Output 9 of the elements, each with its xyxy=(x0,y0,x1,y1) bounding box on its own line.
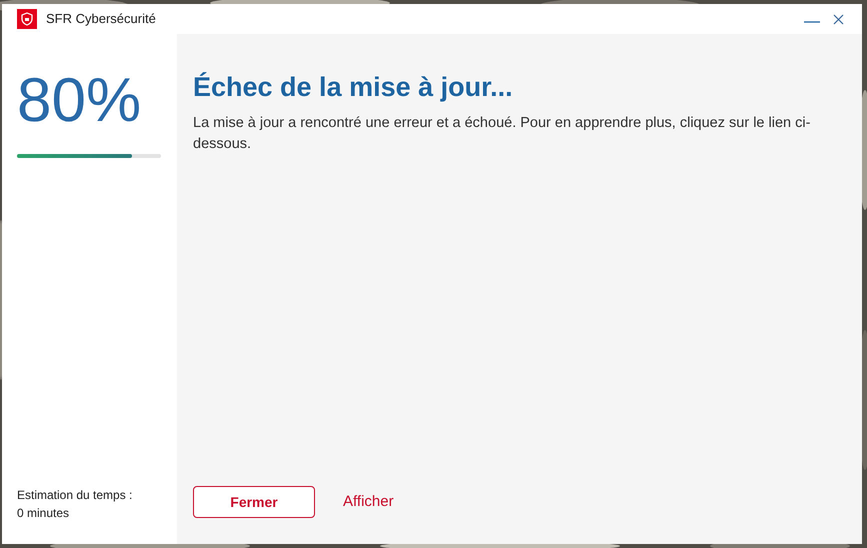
progress-percent: 80% xyxy=(17,70,142,132)
error-message: La mise à jour a rencontré une erreur et a échoué. Pour en apprendre plus, cliquez sur le lien ci-dessous. xyxy=(193,114,812,154)
show-link[interactable]: Afficher xyxy=(343,490,394,514)
shield-icon xyxy=(17,9,37,29)
error-heading: Échec de la mise à jour... xyxy=(193,71,514,104)
window-title: SFR Cybersécurité xyxy=(46,10,156,28)
estimate-value: 0 minutes xyxy=(17,505,70,522)
close-button[interactable]: Fermer xyxy=(193,486,315,518)
estimate-label: Estimation du temps : xyxy=(17,487,134,504)
